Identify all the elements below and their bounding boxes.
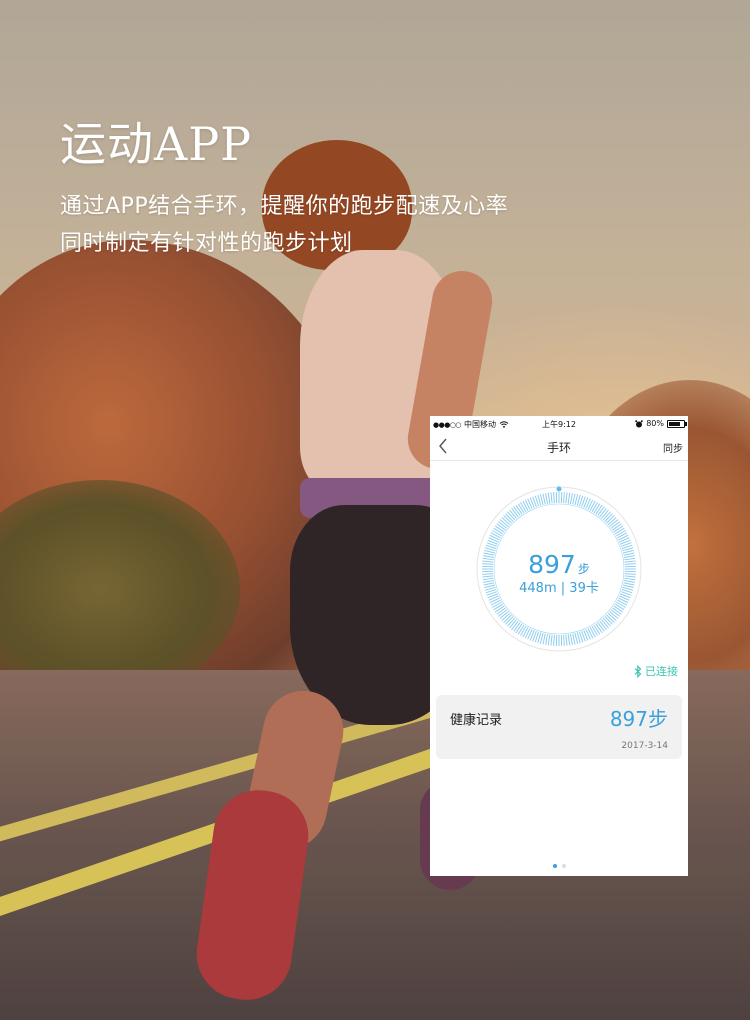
ring-progress-marker <box>556 486 562 492</box>
step-count-value: 897 <box>528 550 576 579</box>
health-record-card[interactable]: 健康记录 897步 2017-3-14 <box>436 695 682 759</box>
health-record-label: 健康记录 <box>450 713 503 728</box>
nav-bar: 手环 同步 <box>430 432 688 461</box>
alarm-icon <box>635 419 644 427</box>
health-record-date: 2017-3-14 <box>621 741 668 751</box>
subtitle-line-1: 通过APP结合手环，提醒你的跑步配速及心率 <box>60 194 509 219</box>
ring-step-count: 897 步 <box>474 550 644 579</box>
page-indicator[interactable] <box>430 864 688 868</box>
connection-status: 已连接 <box>634 663 678 679</box>
battery-percent: 80% <box>646 419 664 428</box>
phone-screen: ●●●○○ 中国移动 上午9:12 80% 手环 同步 897 步 448m |… <box>430 416 688 876</box>
status-right: 80% <box>635 419 687 428</box>
summary-separator: | <box>560 581 566 596</box>
health-record-steps: 897步 <box>609 707 668 731</box>
step-ring: 897 步 448m | 39卡 <box>474 484 644 654</box>
battery-icon <box>667 419 687 428</box>
step-count-unit: 步 <box>577 562 590 576</box>
sync-button[interactable]: 同步 <box>663 440 683 455</box>
page-title: 运动APP <box>60 117 253 171</box>
page-dot[interactable] <box>552 864 557 868</box>
calories-value: 39卡 <box>569 581 599 596</box>
page-dot[interactable] <box>561 864 566 868</box>
bluetooth-icon <box>634 664 642 678</box>
distance-value: 448m <box>519 581 557 596</box>
status-bar: ●●●○○ 中国移动 上午9:12 80% <box>430 416 688 432</box>
ring-summary: 448m | 39卡 <box>474 577 644 596</box>
subtitle-line-2: 同时制定有针对性的跑步计划 <box>60 231 353 256</box>
nav-title: 手环 <box>546 441 571 455</box>
connection-status-label: 已连接 <box>645 665 678 678</box>
